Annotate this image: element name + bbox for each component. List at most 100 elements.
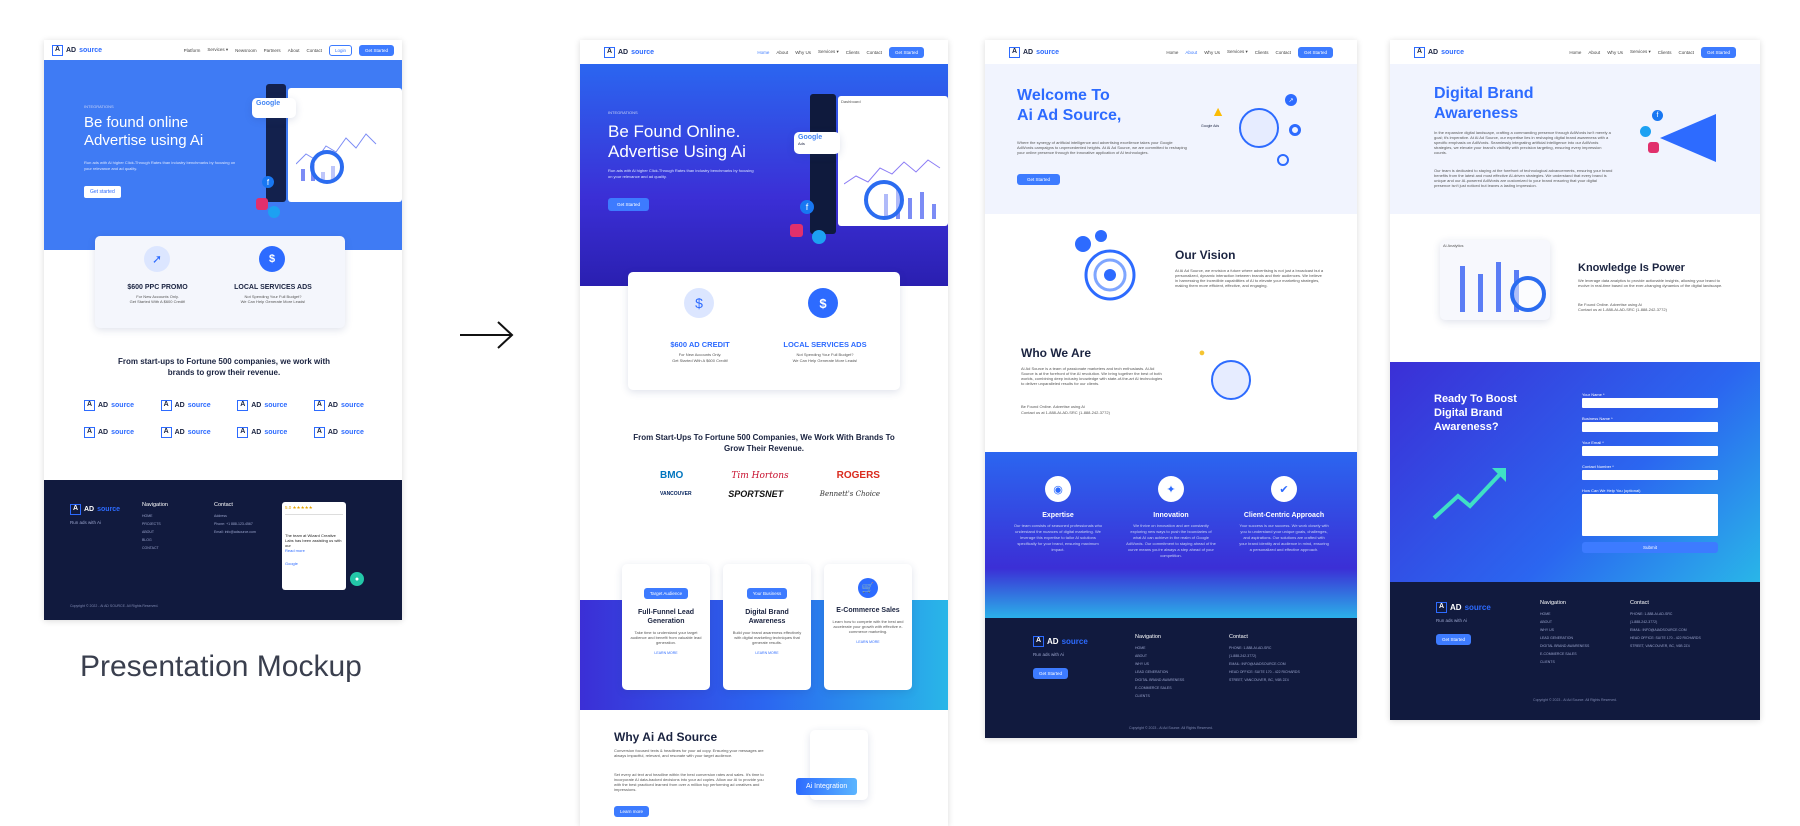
- learn-more-button[interactable]: Learn more: [614, 806, 650, 817]
- nav-link[interactable]: Services ▾: [207, 47, 228, 53]
- nav-link[interactable]: Clients: [846, 50, 860, 55]
- footer-nav-link[interactable]: CLIENTS: [1540, 658, 1589, 666]
- hero-subtitle: Run ads with Ai higher Click-Through Rat…: [608, 168, 754, 179]
- brand-logo[interactable]: A AD source: [1398, 46, 1464, 58]
- feature-text: We thrive on innovation and are constant…: [1126, 523, 1216, 558]
- name-field[interactable]: [1582, 398, 1718, 408]
- partner-logo: A AD source: [237, 400, 287, 411]
- footer-nav-link[interactable]: ABOUT: [1135, 652, 1184, 660]
- review-widget[interactable]: 5.0 ★★★★★ The team at Wizard Creative La…: [282, 502, 346, 590]
- brand-logo[interactable]: A AD source: [52, 44, 102, 56]
- hero-title: Be Found Online. Advertise Using Ai: [608, 122, 746, 162]
- service-card[interactable]: Target Audience Full-Funnel Lead Generat…: [622, 564, 710, 690]
- mock4-hero: Digital Brand Awareness In the expansive…: [1390, 64, 1760, 214]
- submit-button[interactable]: Submit: [1582, 542, 1718, 553]
- nav-link[interactable]: Services ▾: [1630, 49, 1651, 55]
- nav-link[interactable]: Newsroom: [235, 48, 257, 53]
- nav-link[interactable]: Home: [757, 50, 769, 55]
- footer-contact-item: PHONE: 1-888-AI-AD-SRC: [1630, 612, 1673, 616]
- brand-logo[interactable]: A AD source: [588, 46, 654, 58]
- footer-nav-link[interactable]: HOME: [1540, 610, 1589, 618]
- footer-nav-link[interactable]: PROJECTS: [142, 520, 161, 528]
- nav-link[interactable]: About: [1185, 50, 1197, 55]
- nav-link[interactable]: About: [288, 48, 300, 53]
- get-started-button[interactable]: Get Started: [358, 44, 394, 56]
- footer-copyright: Copyright © 2023 - Ai Ad Source. All Rig…: [1533, 698, 1617, 702]
- learn-more-link[interactable]: LEARN MORE: [830, 640, 906, 644]
- footer-logo[interactable]: A AD source: [1033, 636, 1088, 647]
- nav-link[interactable]: Home: [1569, 50, 1581, 55]
- get-started-button[interactable]: Get Started: [888, 46, 924, 58]
- footer-nav-link[interactable]: WHY US: [1135, 660, 1184, 668]
- hero-button[interactable]: Get Started: [608, 198, 650, 211]
- nav-link[interactable]: Services ▾: [818, 49, 839, 55]
- business-name-field[interactable]: [1582, 422, 1718, 432]
- nav-link[interactable]: About: [1588, 50, 1600, 55]
- nav-link[interactable]: Partners: [264, 48, 281, 53]
- message-textarea[interactable]: [1582, 494, 1718, 536]
- email-field[interactable]: [1582, 446, 1718, 456]
- partner-logo: A AD source: [160, 400, 211, 411]
- footer-nav-link[interactable]: E-COMMERCE SALES: [1540, 650, 1589, 658]
- footer-nav-link[interactable]: BLOG: [142, 536, 161, 544]
- footer-nav-link[interactable]: HOME: [1135, 644, 1184, 652]
- footer-nav-link[interactable]: HOME: [142, 512, 161, 520]
- partner-logo: Tim Hortons: [731, 470, 789, 481]
- review-more-link[interactable]: Read more: [285, 548, 343, 553]
- contact-number-field[interactable]: [1582, 470, 1718, 480]
- footer-nav-link[interactable]: ABOUT: [142, 528, 161, 536]
- footer-nav-link[interactable]: ABOUT: [1540, 618, 1589, 626]
- hero-button[interactable]: Get started: [84, 186, 121, 198]
- footer-nav-link[interactable]: CONTACT: [142, 544, 161, 552]
- service-card[interactable]: 🛒 E-Commerce Sales Learn how to compete …: [824, 564, 912, 690]
- logo-prefix: AD: [98, 429, 109, 436]
- get-started-button[interactable]: Get Started: [1297, 46, 1333, 58]
- dollar-check-icon: $: [808, 288, 838, 318]
- hero-button[interactable]: Get Started: [1017, 174, 1061, 185]
- footer-nav-link[interactable]: E-COMMERCE SALES: [1135, 684, 1184, 692]
- nav-link[interactable]: Why Us: [1607, 50, 1623, 55]
- chat-bubble-icon[interactable]: ●: [350, 572, 364, 586]
- nav-link[interactable]: Platform: [184, 48, 201, 53]
- nav-link[interactable]: Services ▾: [1227, 49, 1248, 55]
- twitter-icon: [268, 206, 280, 218]
- nav-link[interactable]: Contact: [1678, 50, 1694, 55]
- logo-suffix: source: [111, 429, 135, 436]
- footer-nav-link[interactable]: LEAD GENERATION: [1540, 634, 1589, 642]
- nav-link[interactable]: Contact: [306, 48, 322, 53]
- login-button[interactable]: Login: [328, 44, 352, 56]
- footer-nav-link[interactable]: DIGITAL BRAND AWARENESS: [1540, 642, 1589, 650]
- footer-contact-title: Contact: [1630, 600, 1649, 606]
- service-card[interactable]: Your Business Digital Brand Awareness Bu…: [723, 564, 811, 690]
- brand-logo[interactable]: A AD source: [993, 46, 1059, 58]
- footer-logo[interactable]: A AD source: [1436, 602, 1491, 613]
- facebook-icon: f: [262, 176, 274, 188]
- footer-logo[interactable]: A AD source: [70, 504, 120, 515]
- nav-link[interactable]: Contact: [1275, 50, 1291, 55]
- footer-get-started-button[interactable]: Get Started: [1033, 668, 1069, 679]
- learn-more-link[interactable]: LEARN MORE: [628, 651, 704, 655]
- logo-prefix: AD: [251, 402, 262, 409]
- nav-link[interactable]: Clients: [1658, 50, 1672, 55]
- mock3-navbar: A AD source Home About Why Us Services ▾ C…: [985, 40, 1357, 64]
- nav-link[interactable]: About: [776, 50, 788, 55]
- promo-card-sub: Get Started With A $600 Credit!: [672, 358, 728, 363]
- footer-nav-link[interactable]: CLIENTS: [1135, 692, 1184, 700]
- get-started-button[interactable]: Get Started: [1700, 46, 1736, 58]
- hero-title-line: Be Found Online.: [608, 122, 741, 141]
- mock1-footer: A AD source Run ads with Ai Navigation HOM…: [44, 480, 402, 620]
- nav-link[interactable]: Why Us: [795, 50, 811, 55]
- google-logo-icon: Google: [256, 100, 281, 107]
- nav-link[interactable]: Why Us: [1204, 50, 1220, 55]
- footer-nav-link[interactable]: DIGITAL BRAND AWARENESS: [1135, 676, 1184, 684]
- nav-link[interactable]: Contact: [866, 50, 882, 55]
- footer-nav-link[interactable]: LEAD GENERATION: [1135, 668, 1184, 676]
- nav-link[interactable]: Clients: [1255, 50, 1269, 55]
- learn-more-link[interactable]: LEARN MORE: [729, 651, 805, 655]
- nav-link[interactable]: Home: [1166, 50, 1178, 55]
- footer-nav-link[interactable]: WHY US: [1540, 626, 1589, 634]
- partner-logo: VANCOUVER: [660, 491, 692, 497]
- footer-get-started-button[interactable]: Get Started: [1436, 634, 1472, 645]
- partner-logo-grid: A AD source A AD source A AD source A AD source …: [84, 400, 364, 438]
- hero-paragraph: Our team is dedicated to staying at the …: [1434, 168, 1613, 188]
